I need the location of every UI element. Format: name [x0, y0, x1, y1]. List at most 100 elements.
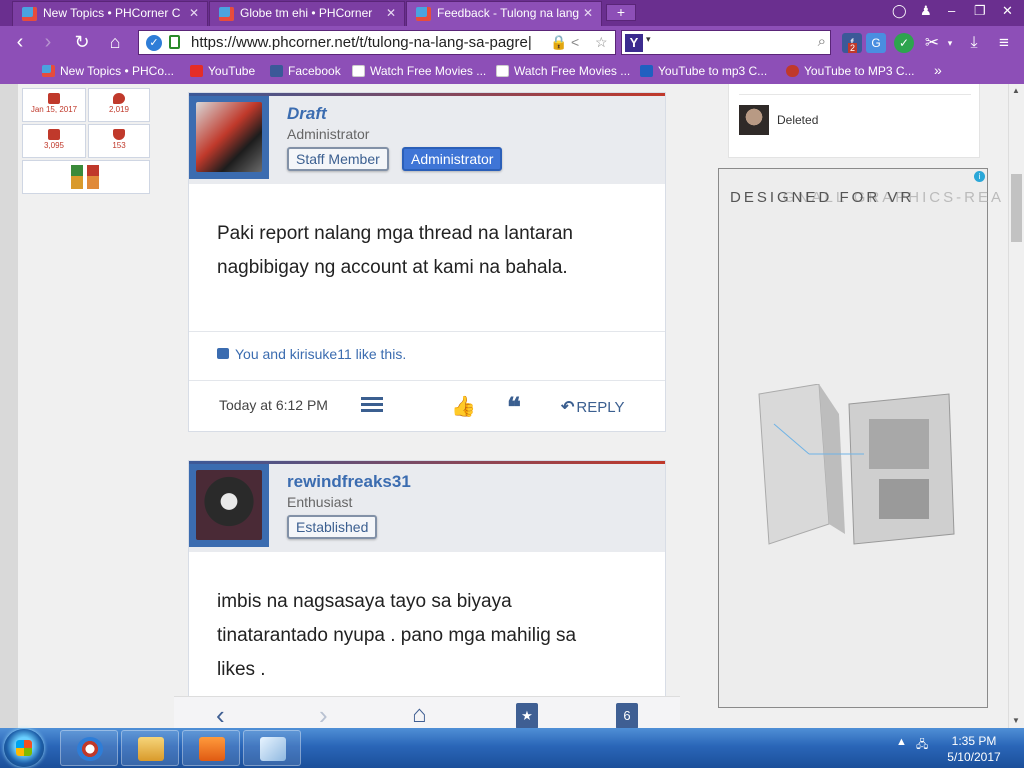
notepad-icon [260, 737, 286, 761]
close-tab-icon[interactable]: ✕ [189, 2, 199, 25]
tab-new-topics[interactable]: New Topics • PHCorner C ✕ [12, 1, 208, 26]
media-player-icon [199, 737, 225, 761]
back-icon[interactable]: ‹ [216, 702, 225, 728]
bookmark-label: Watch Free Movies ... [514, 64, 631, 78]
new-tab-button[interactable]: + [606, 4, 636, 21]
home-icon[interactable]: ⌂ [412, 703, 427, 727]
minimize-icon[interactable]: – [948, 3, 955, 18]
bookmark-icon[interactable]: ★ [516, 703, 538, 728]
clock-date: 5/10/2017 [947, 750, 1001, 764]
like-icon [48, 129, 60, 140]
menu-icon[interactable] [361, 397, 383, 413]
post-line: nagbibigay ng account at kami na bahala. [217, 257, 568, 278]
phcorner-cube-icon [416, 7, 431, 21]
bookmark-label: New Topics • PHCo... [60, 64, 175, 78]
bookmark-item[interactable]: YouTube to MP3 C... [786, 64, 915, 78]
cut-icon[interactable]: ✂ [922, 33, 942, 53]
post-time[interactable]: Today at 6:12 PM [219, 397, 328, 413]
taskbar-app[interactable] [243, 730, 301, 766]
profile-icon[interactable]: ♟ [920, 3, 932, 19]
menu-icon[interactable]: ≡ [994, 33, 1014, 53]
bookmark-item[interactable]: YouTube [190, 64, 255, 78]
ad-info-icon[interactable]: i [974, 171, 985, 182]
post-line: Paki report nalang mga thread na lantara… [217, 223, 573, 244]
chevron-down-icon[interactable]: ▾ [646, 34, 651, 45]
scroll-thumb[interactable] [1011, 174, 1022, 242]
bookmark-item[interactable]: Watch Free Movies ... [496, 64, 630, 78]
likes-label: You and kirisuke11 like this. [235, 346, 407, 362]
lock-icon [169, 35, 180, 49]
message-icon [113, 93, 125, 104]
facebook-ext-icon[interactable]: f2 [842, 33, 862, 53]
bookmark-item[interactable]: Facebook [270, 64, 341, 78]
taskbar-app[interactable] [60, 730, 118, 766]
username[interactable]: Draft [287, 104, 327, 124]
close-tab-icon[interactable]: ✕ [386, 2, 396, 25]
post-line: tinatarantado nyupa . pano mga mahilig s… [217, 625, 577, 646]
likes-text[interactable]: You and kirisuke11 like this. [217, 346, 406, 362]
close-window-icon[interactable]: ✕ [1002, 3, 1013, 19]
reply-label: REPLY [576, 399, 625, 416]
bookmark-item[interactable]: New Topics • PHCo... [42, 64, 174, 78]
username[interactable]: rewindfreaks31 [287, 472, 411, 492]
reply-button[interactable]: ↶ REPLY [561, 397, 624, 417]
back-icon[interactable]: ‹ [8, 30, 32, 54]
avatar[interactable] [196, 102, 262, 172]
bookmark-label: YouTube to mp3 C... [658, 64, 768, 78]
tabs-count-icon[interactable]: 6 [616, 703, 638, 728]
share-icon[interactable]: < [571, 34, 579, 50]
avatar-frame [189, 464, 269, 547]
taskbar-app[interactable] [121, 730, 179, 766]
tab-label: New Topics • PHCorner C [43, 6, 181, 20]
system-clock[interactable]: 1:35 PM 5/10/2017 [938, 733, 1010, 765]
chevron-down-icon[interactable]: ▾ [940, 33, 960, 53]
taskbar-app[interactable] [182, 730, 240, 766]
avatar[interactable] [196, 470, 262, 540]
scroll-up-icon[interactable]: ▲ [1012, 86, 1020, 95]
avatar[interactable] [739, 105, 769, 135]
stat-joined: Jan 15, 2017 [22, 88, 86, 122]
medal-icon [87, 165, 99, 189]
forward-icon[interactable]: › [319, 702, 328, 728]
url-text[interactable]: https://www.phcorner.net/t/tulong-na-lan… [191, 34, 539, 51]
member-name[interactable]: Deleted [777, 113, 818, 127]
post-card: rewindfreaks31 Enthusiast Established im… [188, 460, 666, 728]
page-scrollbar[interactable]: ▲ ▼ [1008, 84, 1024, 728]
quote-icon[interactable]: ❝ [507, 392, 521, 423]
restore-icon[interactable]: ❐ [974, 3, 986, 19]
search-icon[interactable]: ⌕ [818, 33, 826, 50]
admin-badge: Administrator [402, 147, 503, 171]
clock-time: 1:35 PM [951, 734, 997, 748]
facebook-icon [270, 65, 283, 77]
forward-icon[interactable]: › [36, 30, 60, 54]
like-button-icon[interactable]: 👍 [451, 394, 476, 419]
network-icon[interactable]: 🖧 [916, 736, 928, 755]
thread-column: Draft Administrator Staff Member Adminis… [158, 84, 702, 728]
home-icon[interactable]: ⌂ [103, 30, 127, 54]
bookmark-item[interactable]: YouTube to mp3 C... [640, 64, 767, 78]
reload-icon[interactable]: ↻ [70, 30, 94, 54]
bookmark-star-icon[interactable]: ☆ [595, 34, 608, 51]
start-button[interactable] [4, 729, 44, 767]
bookmark-item[interactable]: Watch Free Movies ... [352, 64, 486, 78]
tab-feedback[interactable]: Feedback - Tulong na lang ✕ [406, 1, 602, 26]
close-tab-icon[interactable]: ✕ [583, 2, 593, 25]
translate-icon[interactable]: G [866, 33, 886, 53]
lock-badge-icon[interactable]: 🔒 [550, 34, 567, 51]
advertisement[interactable]: i GNALL GRAPHICS-REA DESIGNED FOR VR [718, 168, 1001, 708]
yahoo-icon[interactable]: Y [625, 34, 643, 52]
tab-label: Feedback - Tulong na lang [437, 6, 580, 20]
download-icon[interactable]: ⤓ [964, 33, 984, 53]
more-bookmarks-icon[interactable]: » [926, 62, 942, 78]
scroll-down-icon[interactable]: ▼ [1012, 716, 1020, 725]
tab-globe[interactable]: Globe tm ehi • PHCorner ✕ [209, 1, 405, 26]
search-box[interactable]: Y ▾ ⌕ [621, 30, 831, 55]
tab-label: Globe tm ehi • PHCorner [240, 6, 373, 20]
ad-text-front: DESIGNED FOR VR [730, 189, 915, 206]
address-bar[interactable]: ✓ https://www.phcorner.net/t/tulong-na-l… [138, 30, 616, 55]
show-hidden-icons[interactable]: ▲ [896, 736, 907, 748]
chat-icon[interactable]: ◯ [892, 3, 907, 19]
adblock-shield-icon[interactable]: ✓ [894, 33, 914, 53]
phcorner-cube-icon [219, 7, 234, 21]
stat-trophies: 153 [88, 124, 150, 158]
